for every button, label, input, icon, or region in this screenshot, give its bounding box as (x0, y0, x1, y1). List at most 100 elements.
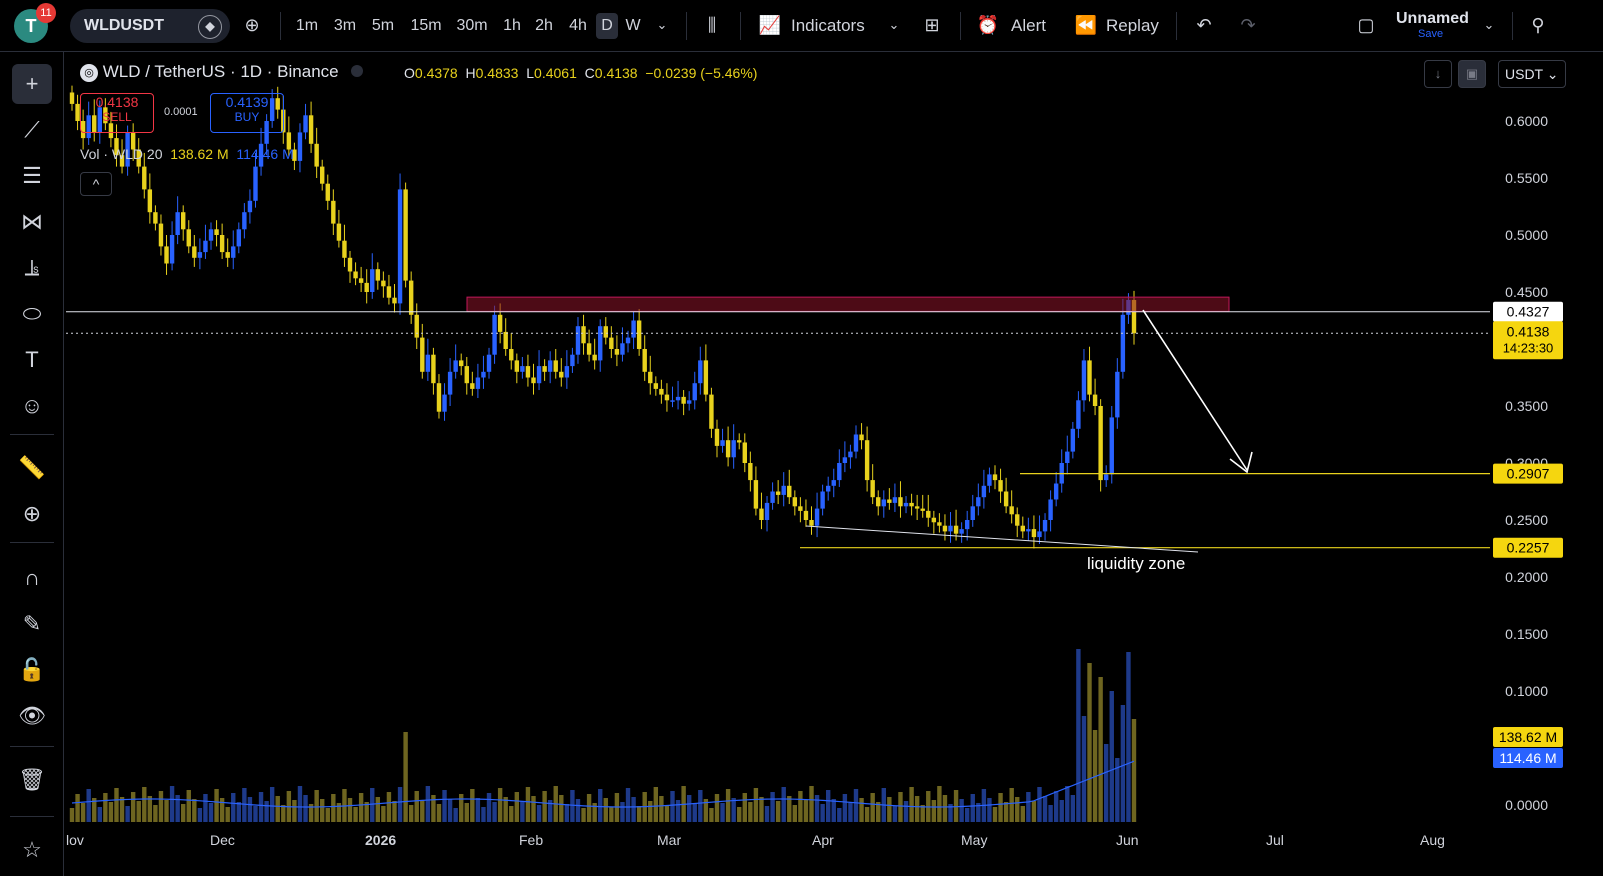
zoom-icon[interactable]: ⊕ (12, 494, 52, 534)
quick-search-icon[interactable]: ⚲ (1524, 11, 1552, 39)
candle-body (703, 360, 709, 395)
timeframe-W[interactable]: W (622, 13, 644, 39)
candle-body (542, 366, 547, 372)
volume-bar (258, 792, 264, 822)
fib-icon[interactable]: ☰ (12, 156, 52, 196)
price-tick-label: 0.1500 (1505, 626, 1548, 642)
timeframe-30m[interactable]: 30m (454, 13, 490, 39)
magnet-icon[interactable]: ∩ (12, 558, 52, 598)
candle-body (553, 360, 558, 372)
volume-bar (75, 794, 80, 822)
volume-bar (759, 797, 764, 822)
candle-body (1065, 451, 1070, 463)
screenshot-icon[interactable]: ▣ (1458, 60, 1486, 88)
star-icon[interactable]: ☆ (12, 830, 52, 870)
candle-body (709, 394, 714, 429)
timeframe-D[interactable]: D (596, 13, 618, 39)
candle-body (686, 400, 692, 404)
volume-bar (620, 802, 625, 822)
sell-button[interactable]: 0.4138 SELL (80, 93, 154, 133)
redo-icon[interactable]: ↷ (1234, 11, 1262, 39)
candle-body (820, 491, 825, 509)
chevron-down-icon[interactable]: ⌄ (648, 11, 676, 39)
candle-body (1053, 483, 1059, 500)
candle-body (853, 434, 859, 452)
volume-bar (898, 792, 903, 822)
trash-icon[interactable]: 🗑 (12, 760, 52, 800)
volume-bar (1026, 792, 1031, 822)
candle-body (781, 485, 786, 495)
ruler-icon[interactable]: 📏 (12, 448, 52, 488)
diamond-icon[interactable]: ◆ (198, 15, 222, 39)
buy-button[interactable]: 0.4139 BUY (210, 93, 284, 133)
collapse-legend-button[interactable]: ^ (80, 172, 112, 196)
currency-select[interactable]: USDT ⌄ (1498, 60, 1566, 88)
chevron-down-icon[interactable]: ⌄ (1475, 11, 1503, 39)
alert-button[interactable]: Alert (1011, 13, 1046, 39)
pattern-icon[interactable]: ⋈ (12, 202, 52, 242)
volume-bar (959, 799, 964, 822)
shapes-icon[interactable]: ⬭ (12, 294, 52, 334)
price-tick-label: 0.5500 (1505, 170, 1548, 186)
symbol-title[interactable]: WLD / TetherUS · 1D · Binance (103, 62, 339, 81)
text-icon[interactable]: T (12, 340, 52, 380)
timeframe-2h[interactable]: 2h (532, 13, 556, 39)
candle-body (525, 366, 531, 378)
candle-body (153, 212, 158, 224)
candle-body (720, 440, 725, 446)
download-icon[interactable]: ↓ (1424, 60, 1452, 88)
resistance-price-label-text: 0.4327 (1507, 304, 1550, 320)
notification-badge: 11 (36, 3, 56, 23)
layout-icon[interactable]: ▢ (1352, 11, 1380, 39)
volume-bar (1020, 806, 1025, 822)
volume-bar (814, 795, 820, 822)
volume-bar (737, 807, 742, 822)
volume-bar (992, 807, 998, 822)
volume-bar (781, 787, 786, 822)
lock-icon[interactable]: 🔓 (12, 650, 52, 690)
templates-icon[interactable]: ⊞ (918, 11, 946, 39)
timeframe-15m[interactable]: 15m (408, 13, 444, 39)
indicators-icon[interactable]: 📈 (756, 11, 784, 39)
alarm-icon[interactable]: ⏰ (974, 11, 1002, 39)
candles-icon[interactable]: ⫼ (698, 11, 726, 39)
candle-body (614, 349, 620, 355)
price-tick-label: 0.2000 (1505, 569, 1548, 585)
replay-icon[interactable]: ⏪ (1072, 11, 1100, 39)
volume-bar (219, 798, 225, 822)
volume-bar (531, 796, 536, 822)
undo-icon[interactable]: ↶ (1190, 11, 1218, 39)
forecast-icon[interactable]: ⫡ (12, 248, 52, 288)
volume-bar (1048, 805, 1053, 822)
volume-bar (408, 805, 414, 822)
replay-button[interactable]: Replay (1106, 13, 1159, 39)
timeframe-1h[interactable]: 1h (500, 13, 524, 39)
volume-bar (130, 792, 136, 822)
candle-body (219, 235, 225, 253)
eye-icon[interactable]: 👁 (12, 696, 52, 736)
crosshair-icon[interactable]: + (12, 64, 52, 104)
layout-name[interactable]: Unnamed (1396, 10, 1469, 28)
candle-body (870, 480, 875, 498)
timeframe-1m[interactable]: 1m (292, 13, 322, 39)
trend-line-icon[interactable]: ⟋ (12, 110, 52, 150)
volume-bar (770, 792, 775, 822)
volume-bar (119, 797, 125, 822)
emoji-icon[interactable]: ☺ (12, 386, 52, 426)
candle-body (531, 377, 536, 384)
add-symbol-icon[interactable]: ⊕ (238, 11, 266, 39)
save-link[interactable]: Save (1418, 28, 1443, 40)
timeframe-5m[interactable]: 5m (368, 13, 398, 39)
top-toolbar: T 11 WLDUSDT ◆ ⊕ 1m 3m 5m 15m 30m 1h 2h 4h D W ⌄ … (0, 0, 1603, 52)
timeframe-4h[interactable]: 4h (566, 13, 590, 39)
symbol-search[interactable]: WLDUSDT ◆ (70, 9, 230, 43)
volume-bar (820, 804, 825, 822)
candle-body (926, 510, 931, 518)
timeframe-3m[interactable]: 3m (330, 13, 360, 39)
chevron-down-icon[interactable]: ⌄ (880, 11, 908, 39)
chart-legend: ◎ WLD / TetherUS · 1D · Binance (80, 62, 364, 82)
volume-bar (420, 800, 425, 822)
indicators-button[interactable]: Indicators (791, 13, 865, 39)
lock-drawing-icon[interactable]: ✎ (12, 604, 52, 644)
candle-body (814, 508, 820, 526)
